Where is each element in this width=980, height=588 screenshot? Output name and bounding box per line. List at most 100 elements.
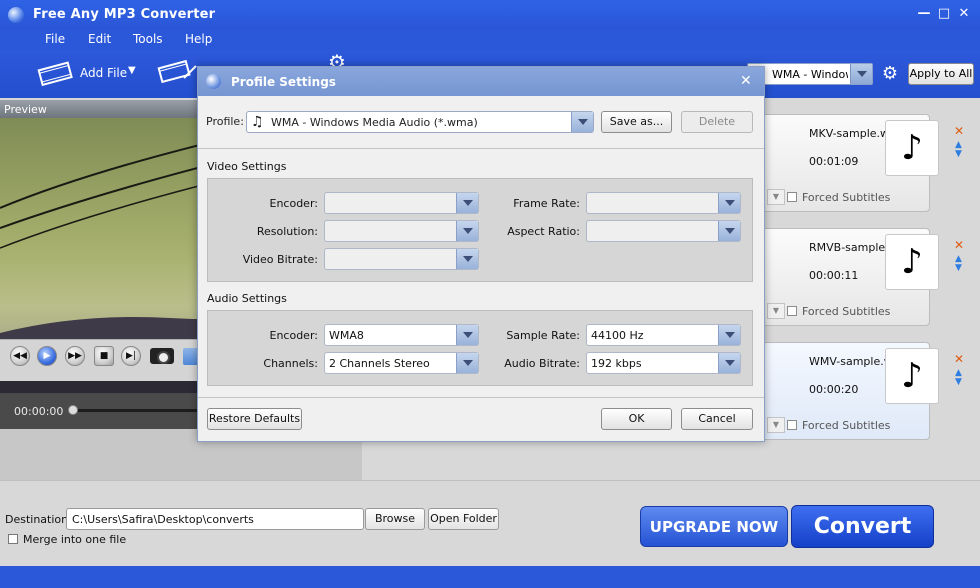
channels-select[interactable]: 2 Channels Stereo bbox=[324, 352, 479, 374]
remove-icon[interactable]: ✕ bbox=[954, 352, 964, 366]
status-bar bbox=[0, 566, 980, 588]
divider bbox=[198, 397, 764, 398]
remove-icon[interactable]: ✕ bbox=[954, 238, 964, 252]
forced-subtitles-checkbox[interactable] bbox=[787, 306, 797, 316]
close-icon[interactable]: ✕ bbox=[956, 6, 972, 22]
forced-subtitles-checkbox[interactable] bbox=[787, 192, 797, 202]
maximize-icon[interactable]: □ bbox=[936, 6, 952, 22]
move-down-icon[interactable]: ▼ bbox=[955, 263, 962, 273]
video-settings-group: Encoder: Resolution: Video Bitrate: Fram… bbox=[207, 178, 753, 282]
delete-button[interactable]: Delete bbox=[681, 111, 753, 133]
minimize-icon[interactable]: — bbox=[916, 6, 932, 22]
subtitle-dropdown[interactable]: ▼ bbox=[767, 417, 785, 433]
file-name: RMVB-sample.wma bbox=[809, 241, 887, 254]
video-settings-title: Video Settings bbox=[207, 160, 287, 173]
video-encoder-select[interactable] bbox=[324, 192, 479, 214]
sample-rate-label: Sample Rate: bbox=[506, 329, 580, 342]
apply-to-all-button[interactable]: Apply to All bbox=[908, 63, 974, 85]
chevron-down-icon[interactable] bbox=[718, 221, 740, 241]
profile-select-value: WMA - Windows Media Audio (*.wma) bbox=[271, 116, 478, 129]
divider bbox=[198, 148, 764, 149]
profile-settings-dialog: Profile Settings ✕ Profile: ♫ WMA - Wind… bbox=[197, 66, 765, 442]
audio-encoder-value: WMA8 bbox=[329, 329, 364, 342]
open-folder-button[interactable]: Open Folder bbox=[428, 508, 499, 530]
file-duration: 00:01:09 bbox=[809, 155, 859, 168]
add-file-button[interactable]: Add File ▼ bbox=[36, 60, 146, 88]
chevron-down-icon[interactable] bbox=[850, 64, 872, 84]
channels-value: 2 Channels Stereo bbox=[329, 357, 430, 370]
title-bar: Free Any MP3 Converter — □ ✕ bbox=[0, 0, 980, 30]
close-icon[interactable]: ✕ bbox=[740, 73, 752, 89]
output-panel: Destination: C:\Users\Safira\Desktop\con… bbox=[0, 480, 980, 566]
app-title: Free Any MP3 Converter bbox=[33, 7, 216, 22]
music-note-icon: ♪ bbox=[885, 348, 939, 404]
convert-button[interactable]: Convert bbox=[791, 505, 934, 548]
cancel-button[interactable]: Cancel bbox=[681, 408, 753, 430]
menu-tools[interactable]: Tools bbox=[133, 32, 163, 46]
audio-encoder-select[interactable]: WMA8 bbox=[324, 324, 479, 346]
sample-rate-value: 44100 Hz bbox=[591, 329, 644, 342]
settings-gear-icon[interactable]: ⚙ bbox=[880, 64, 900, 84]
seek-handle[interactable] bbox=[68, 405, 78, 415]
video-bitrate-label: Video Bitrate: bbox=[242, 253, 318, 266]
destination-label: Destination: bbox=[5, 513, 72, 526]
rewind-icon[interactable]: ◀◀ bbox=[10, 346, 30, 366]
forced-subtitles-checkbox[interactable] bbox=[787, 420, 797, 430]
film-edit-icon[interactable] bbox=[156, 56, 198, 86]
resolution-label: Resolution: bbox=[256, 225, 318, 238]
channels-label: Channels: bbox=[263, 357, 318, 370]
chevron-down-icon[interactable] bbox=[456, 249, 478, 269]
subtitle-dropdown[interactable]: ▼ bbox=[767, 303, 785, 319]
restore-defaults-button[interactable]: Restore Defaults bbox=[207, 408, 302, 430]
profile-select-value: WMA - Windows bbox=[772, 68, 848, 81]
chevron-down-icon[interactable]: ▼ bbox=[128, 65, 136, 76]
move-down-icon[interactable]: ▼ bbox=[955, 377, 962, 387]
move-down-icon[interactable]: ▼ bbox=[955, 149, 962, 159]
forced-subtitles-label: Forced Subtitles bbox=[802, 191, 891, 204]
menu-edit[interactable]: Edit bbox=[88, 32, 111, 46]
fast-forward-icon[interactable]: ▶▶ bbox=[65, 346, 85, 366]
music-note-icon: ♪ bbox=[885, 234, 939, 290]
browse-button[interactable]: Browse bbox=[365, 508, 425, 530]
chevron-down-icon[interactable] bbox=[718, 353, 740, 373]
forced-subtitles-label: Forced Subtitles bbox=[802, 419, 891, 432]
stop-icon[interactable]: ■ bbox=[94, 346, 114, 366]
merge-checkbox[interactable] bbox=[8, 534, 18, 544]
save-as-button[interactable]: Save as... bbox=[601, 111, 672, 133]
sample-rate-select[interactable]: 44100 Hz bbox=[586, 324, 741, 346]
destination-field[interactable]: C:\Users\Safira\Desktop\converts bbox=[66, 508, 364, 530]
audio-bitrate-select[interactable]: 192 kbps bbox=[586, 352, 741, 374]
forced-subtitles-label: Forced Subtitles bbox=[802, 305, 891, 318]
video-encoder-label: Encoder: bbox=[269, 197, 319, 210]
video-bitrate-select[interactable] bbox=[324, 248, 479, 270]
chevron-down-icon[interactable] bbox=[571, 112, 593, 132]
ok-button[interactable]: OK bbox=[601, 408, 672, 430]
upgrade-now-button[interactable]: UPGRADE NOW bbox=[640, 506, 788, 547]
audio-bitrate-label: Audio Bitrate: bbox=[504, 357, 580, 370]
main-window: Free Any MP3 Converter — □ ✕ File Edit T… bbox=[0, 0, 980, 588]
next-frame-icon[interactable]: ▶| bbox=[121, 346, 141, 366]
frame-rate-select[interactable] bbox=[586, 192, 741, 214]
frame-rate-label: Frame Rate: bbox=[513, 197, 580, 210]
resolution-select[interactable] bbox=[324, 220, 479, 242]
play-icon[interactable]: ▶ bbox=[37, 346, 57, 366]
menu-help[interactable]: Help bbox=[185, 32, 212, 46]
audio-settings-title: Audio Settings bbox=[207, 292, 287, 305]
app-logo-icon bbox=[206, 74, 221, 89]
chevron-down-icon[interactable] bbox=[718, 325, 740, 345]
file-duration: 00:00:11 bbox=[809, 269, 859, 282]
subtitle-dropdown[interactable]: ▼ bbox=[767, 189, 785, 205]
merge-label: Merge into one file bbox=[23, 533, 127, 546]
chevron-down-icon[interactable] bbox=[718, 193, 740, 213]
audio-bitrate-value: 192 kbps bbox=[591, 357, 642, 370]
menu-file[interactable]: File bbox=[45, 32, 65, 46]
aspect-ratio-select[interactable] bbox=[586, 220, 741, 242]
aspect-ratio-label: Aspect Ratio: bbox=[507, 225, 580, 238]
app-logo-icon bbox=[8, 7, 24, 23]
snapshot-camera-icon[interactable] bbox=[150, 348, 174, 364]
profile-select[interactable]: ♫ WMA - Windows bbox=[747, 63, 873, 85]
dialog-title-bar: Profile Settings ✕ bbox=[198, 67, 764, 96]
profile-select[interactable]: ♫ WMA - Windows Media Audio (*.wma) bbox=[246, 111, 594, 133]
dialog-title: Profile Settings bbox=[231, 75, 336, 89]
remove-icon[interactable]: ✕ bbox=[954, 124, 964, 138]
